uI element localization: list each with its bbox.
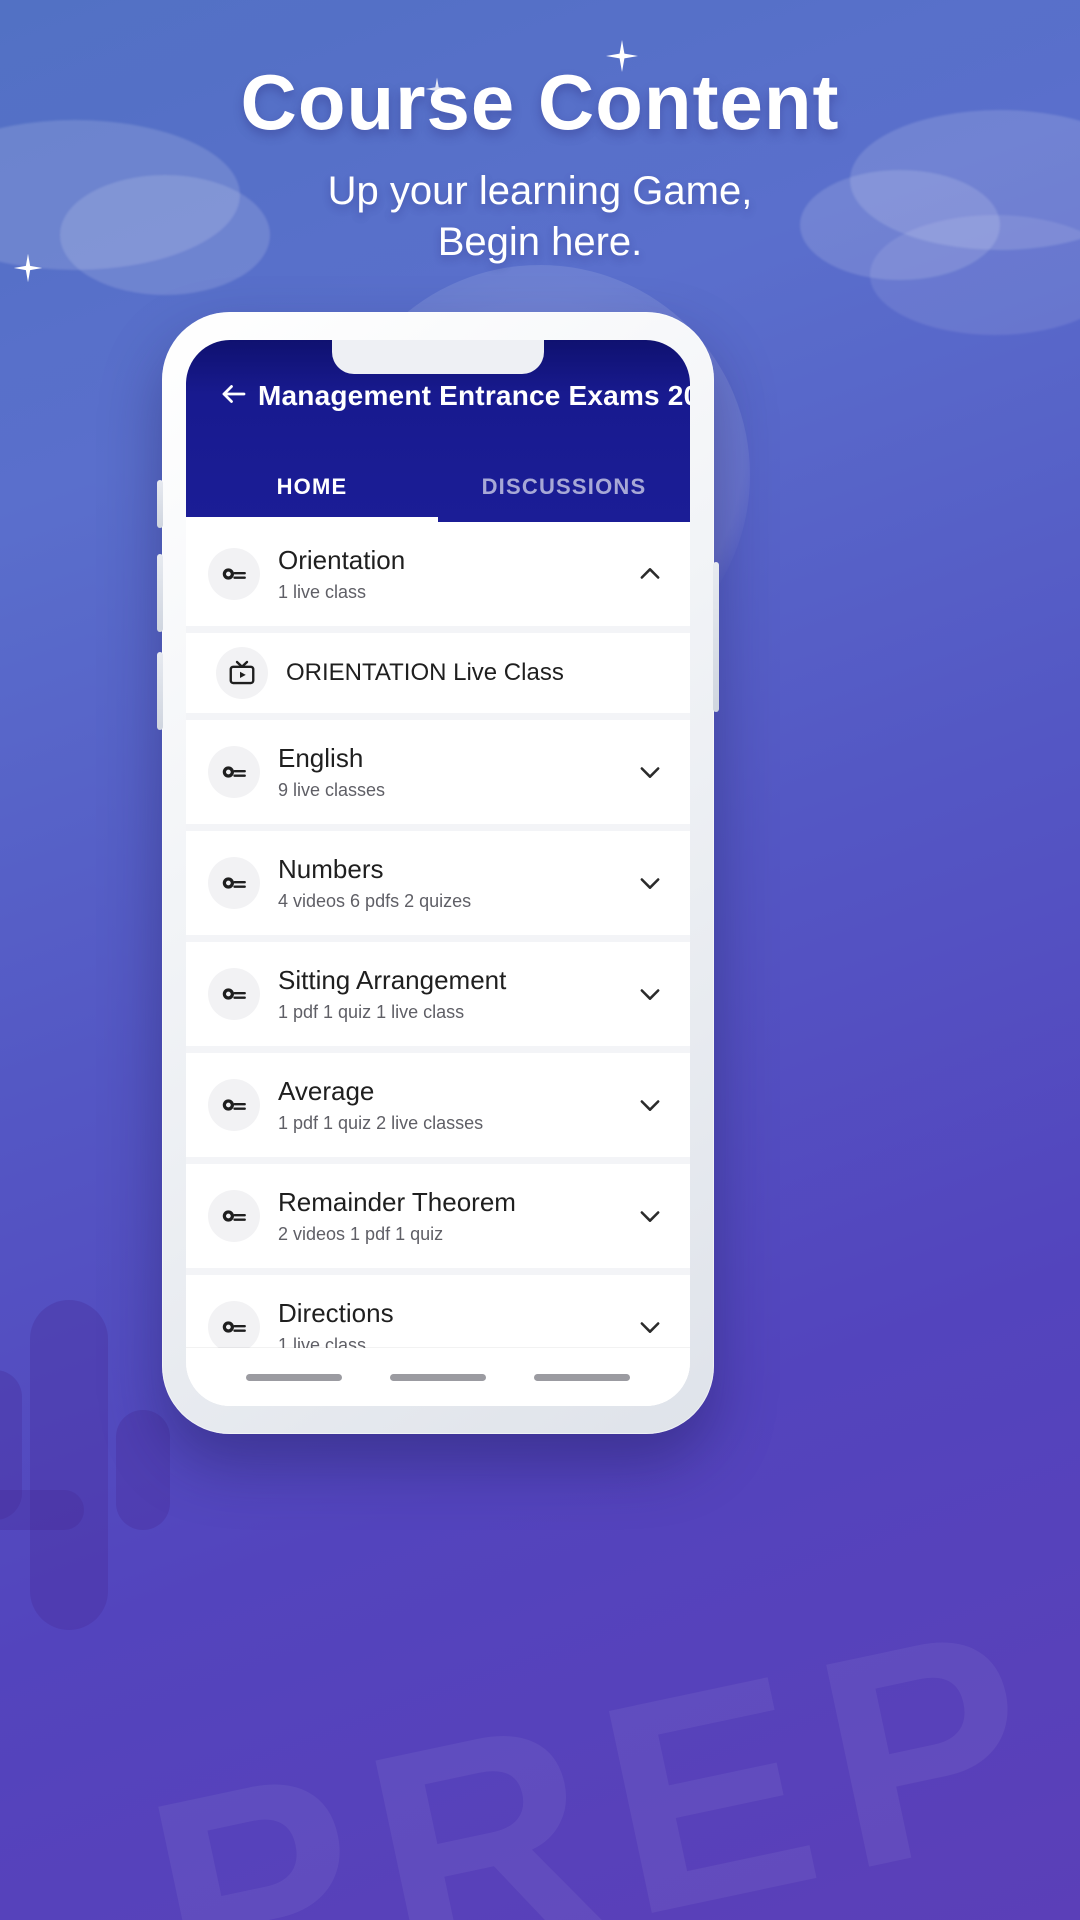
section-subtitle: 4 videos 6 pdfs 2 quizes [278,891,472,912]
tab-bar: HOME DISCUSSIONS [186,452,690,522]
page-title: Course Content [240,58,840,146]
promo-subtitle: Up your learning Game, Begin here. [0,166,1080,268]
promo-subtitle-line1: Up your learning Game, [327,168,753,213]
course-content-list[interactable]: Orientation 1 live class ORIENTATION Liv… [186,522,690,1406]
chevron-down-icon[interactable] [632,754,668,790]
phone-button-power [713,562,719,712]
section-row[interactable]: English 9 live classes [186,720,690,824]
section-subtitle: 9 live classes [278,780,386,801]
section-row[interactable]: Average 1 pdf 1 quiz 2 live classes [186,1053,690,1157]
section-text: Orientation 1 live class [260,545,632,603]
phone-button-mute [157,480,163,528]
key-icon [208,1301,260,1353]
key-icon [208,746,260,798]
system-navigation-bar [186,1348,690,1406]
cactus-silhouette [0,1300,170,1630]
section-title: Orientation [278,544,406,575]
section-title: Numbers [278,853,384,884]
section-subtitle: 2 videos 1 pdf 1 quiz [278,1224,444,1245]
lesson-row[interactable]: ORIENTATION Live Class [186,633,690,713]
section-text: English 9 live classes [260,743,632,801]
section-title: Average [278,1075,375,1106]
key-icon [208,857,260,909]
section-row[interactable]: Orientation 1 live class [186,522,690,626]
app-bar-title: Management Entrance Exams 2021 [258,380,690,411]
section-title: Directions [278,1297,394,1328]
chevron-down-icon[interactable] [632,1087,668,1123]
section-subtitle: 1 pdf 1 quiz 1 live class [278,1002,465,1023]
app-bar: Management Entrance Exams 2021 HOME DISC… [186,340,690,522]
section-text: Remainder Theorem 2 videos 1 pdf 1 quiz [260,1187,632,1245]
section-row[interactable]: Numbers 4 videos 6 pdfs 2 quizes [186,831,690,935]
nav-pill-home[interactable] [390,1373,486,1381]
section-row[interactable]: Remainder Theorem 2 videos 1 pdf 1 quiz [186,1164,690,1268]
chevron-up-icon[interactable] [632,556,668,592]
nav-pill-recents[interactable] [534,1373,630,1381]
live-tv-icon [216,647,268,699]
section-subtitle: 1 pdf 1 quiz 2 live classes [278,1113,484,1134]
section-title: English [278,742,364,773]
section-subtitle: 1 live class [278,582,367,603]
phone-button-volume-up [157,554,163,632]
key-icon [208,548,260,600]
phone-mockup: Management Entrance Exams 2021 HOME DISC… [157,312,719,1434]
phone-notch [332,340,544,374]
chevron-down-icon[interactable] [632,865,668,901]
key-icon [208,968,260,1020]
section-text: Numbers 4 videos 6 pdfs 2 quizes [260,854,632,912]
promo-subtitle-line2: Begin here. [437,220,643,265]
tab-home[interactable]: HOME [186,452,438,522]
lesson-title: ORIENTATION Live Class [286,658,564,686]
section-title: Sitting Arrangement [278,964,507,995]
lesson-text: ORIENTATION Live Class [268,659,668,688]
section-text: Sitting Arrangement 1 pdf 1 quiz 1 live … [260,965,632,1023]
chevron-down-icon[interactable] [632,1309,668,1345]
arrow-left-icon [219,379,249,414]
section-row[interactable]: Sitting Arrangement 1 pdf 1 quiz 1 live … [186,942,690,1046]
nav-pill-back[interactable] [246,1373,342,1381]
tab-active-indicator [186,517,438,522]
section-title: Remainder Theorem [278,1186,516,1217]
phone-screen: Management Entrance Exams 2021 HOME DISC… [186,340,690,1406]
back-button[interactable] [210,372,258,420]
promo-headline: Course Content Up your learning Game, Be… [0,58,1080,268]
key-icon [208,1079,260,1131]
chevron-down-icon[interactable] [632,976,668,1012]
key-icon [208,1190,260,1242]
tab-discussions[interactable]: DISCUSSIONS [438,452,690,522]
chevron-down-icon[interactable] [632,1198,668,1234]
watermark-text: PREP [124,1558,1080,1920]
section-text: Average 1 pdf 1 quiz 2 live classes [260,1076,632,1134]
phone-button-volume-down [157,652,163,730]
